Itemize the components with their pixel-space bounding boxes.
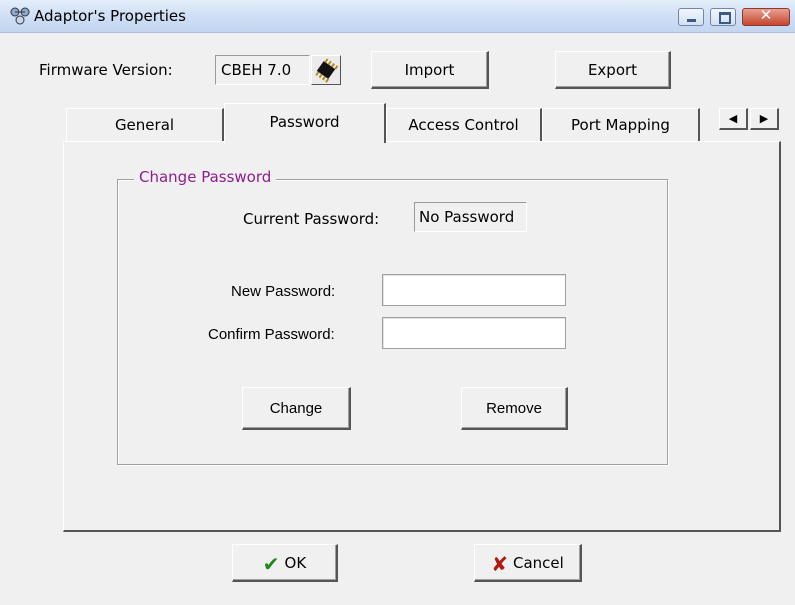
ok-button[interactable]: ✔ OK — [232, 544, 338, 582]
maximize-button[interactable] — [710, 8, 736, 26]
tab-password[interactable]: Password — [224, 103, 386, 143]
close-button[interactable]: ✕ — [742, 6, 790, 26]
chip-icon — [312, 58, 340, 88]
firmware-chip-button[interactable] — [311, 55, 341, 85]
remove-button[interactable]: Remove — [461, 387, 568, 430]
confirm-password-label: Confirm Password: — [208, 326, 335, 343]
cancel-label: Cancel — [512, 554, 564, 572]
current-password-label: Current Password: — [243, 210, 380, 228]
window-title: Adaptor's Properties — [34, 7, 186, 25]
tab-general[interactable]: General — [66, 108, 224, 142]
change-password-group: Change Password Current Password: No Pas… — [117, 168, 668, 465]
change-button[interactable]: Change — [242, 387, 351, 430]
tab-scroll-left-icon[interactable]: ◀ — [719, 108, 748, 130]
firmware-version-value: CBEH 7.0 — [215, 55, 310, 85]
tab-scroll-right-icon[interactable]: ▶ — [750, 108, 779, 130]
change-password-group-title: Change Password — [134, 168, 277, 186]
ok-label: OK — [284, 554, 307, 572]
new-password-label: New Password: — [231, 283, 336, 300]
firmware-version-label: Firmware Version: — [39, 61, 173, 79]
export-button[interactable]: Export — [555, 51, 671, 89]
new-password-field[interactable] — [382, 274, 566, 306]
cross-icon: ✘ — [491, 551, 508, 576]
minimize-button[interactable] — [678, 8, 704, 26]
tab-scroll-arrows: ◀ ▶ — [719, 108, 781, 130]
current-password-value: No Password — [414, 202, 527, 232]
title-bar[interactable]: Adaptor's Properties ✕ — [0, 0, 795, 33]
tab-port-mapping[interactable]: Port Mapping — [542, 108, 700, 142]
adaptor-icon — [10, 7, 30, 26]
minimize-icon — [687, 19, 696, 22]
checkmark-icon: ✔ — [262, 551, 280, 576]
close-icon: ✕ — [759, 6, 773, 24]
cancel-button[interactable]: ✘ Cancel — [474, 544, 582, 582]
import-button[interactable]: Import — [371, 51, 489, 89]
confirm-password-field[interactable] — [382, 317, 566, 349]
password-tab-panel: Change Password Current Password: No Pas… — [63, 141, 781, 532]
tab-access-control[interactable]: Access Control — [386, 108, 542, 142]
maximize-icon — [719, 12, 731, 24]
